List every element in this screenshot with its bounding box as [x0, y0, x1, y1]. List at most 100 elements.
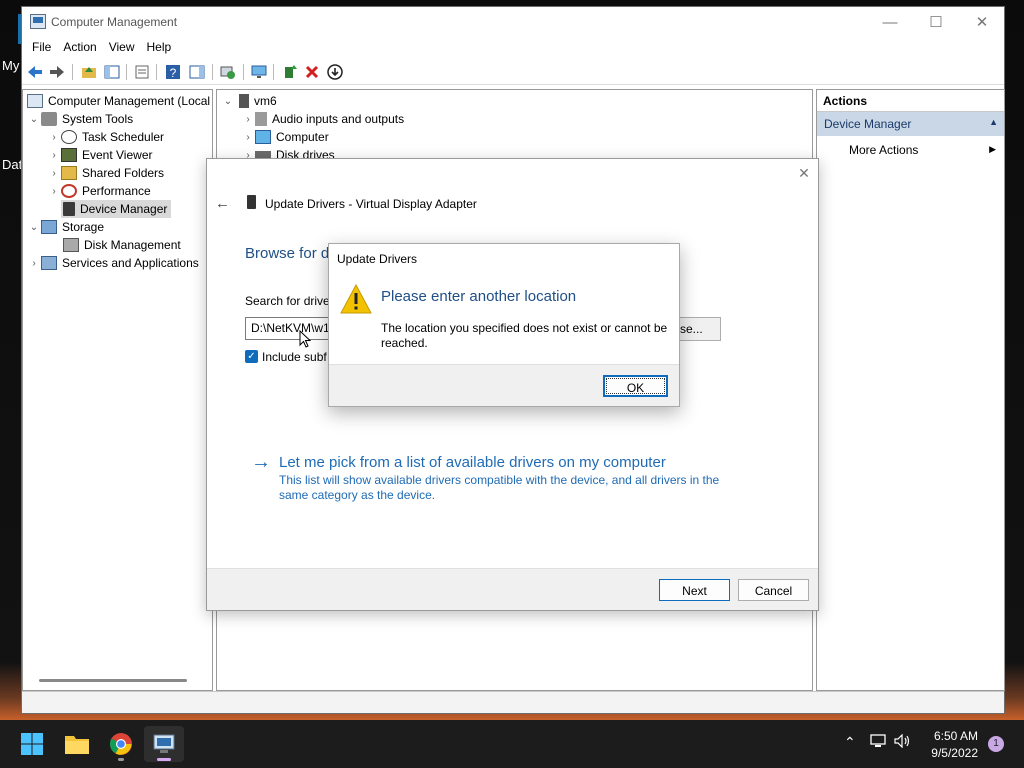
- navigation-tree-pane[interactable]: Computer Management (Local ⌄ System Tool…: [22, 89, 213, 691]
- chevron-right-icon[interactable]: ›: [241, 114, 255, 125]
- services-icon: [41, 256, 57, 270]
- taskbar: ⌃ 6:50 AM 9/5/2022 1: [0, 720, 1024, 768]
- include-subfolders-label: Include subf: [262, 350, 327, 364]
- uninstall-device-icon[interactable]: [303, 63, 321, 81]
- clock-icon: [61, 130, 77, 144]
- include-subfolders-checkbox[interactable]: ✓: [245, 350, 258, 363]
- chevron-right-icon[interactable]: ›: [47, 186, 61, 197]
- message-heading: Please enter another location: [381, 288, 577, 305]
- desktop-label-my[interactable]: My: [2, 58, 19, 73]
- minimize-button[interactable]: —: [867, 7, 913, 37]
- back-arrow-icon[interactable]: ←: [215, 195, 230, 212]
- tree-item-storage[interactable]: ⌄ Storage: [27, 218, 104, 236]
- computer-management-icon: [153, 734, 175, 753]
- device-item-computer[interactable]: › Computer: [241, 128, 329, 146]
- tree-item-task-scheduler[interactable]: › Task Scheduler: [47, 128, 164, 146]
- warning-icon: [340, 284, 372, 314]
- start-button[interactable]: [12, 726, 52, 762]
- chevron-right-icon[interactable]: ›: [27, 258, 41, 269]
- chevron-down-icon[interactable]: ⌄: [27, 222, 41, 233]
- tree-label: Services and Applications: [62, 256, 199, 270]
- help-icon[interactable]: ?: [164, 63, 182, 81]
- message-box-title: Update Drivers: [337, 252, 418, 266]
- up-folder-icon[interactable]: [80, 63, 98, 81]
- tree-item-event-viewer[interactable]: › Event Viewer: [47, 146, 152, 164]
- window-title: Computer Management: [51, 15, 178, 29]
- message-text: The location you specified does not exis…: [381, 321, 668, 350]
- monitor-icon: [255, 130, 271, 144]
- actions-section-label: Device Manager: [824, 117, 912, 131]
- computer-management-taskbar-button[interactable]: [144, 726, 184, 762]
- update-driver-icon[interactable]: [281, 63, 299, 81]
- more-actions-item[interactable]: More Actions: [849, 143, 918, 157]
- chrome-button[interactable]: [101, 726, 141, 762]
- horizontal-scrollbar[interactable]: [39, 679, 187, 682]
- toolbar-separator: [126, 64, 127, 80]
- menu-action[interactable]: Action: [57, 37, 102, 59]
- title-bar[interactable]: Computer Management — ☐ ✕: [22, 7, 1004, 37]
- tools-icon: [41, 112, 57, 126]
- tree-item-performance[interactable]: › Performance: [47, 182, 151, 200]
- show-action-pane-icon[interactable]: [188, 63, 206, 81]
- tree-label: Event Viewer: [82, 148, 153, 162]
- menu-help[interactable]: Help: [141, 37, 178, 59]
- device-item-audio[interactable]: › Audio inputs and outputs: [241, 110, 404, 128]
- pick-driver-link[interactable]: Let me pick from a list of available dri…: [279, 454, 666, 471]
- close-button[interactable]: ✕: [959, 7, 1005, 37]
- system-clock[interactable]: 6:50 AM 9/5/2022: [931, 728, 978, 762]
- driver-path-input[interactable]: D:\NetKVM\w1: [245, 317, 335, 340]
- chevron-down-icon[interactable]: ⌄: [27, 114, 41, 125]
- toolbar-separator: [156, 64, 157, 80]
- chrome-icon: [110, 733, 132, 755]
- actions-pane: Actions Device Manager ▲ More Actions ▶: [816, 89, 1005, 691]
- device-label: Audio inputs and outputs: [272, 112, 405, 126]
- menu-view[interactable]: View: [103, 37, 141, 59]
- tree-item-disk-management[interactable]: Disk Management: [63, 236, 181, 254]
- maximize-button[interactable]: ☐: [913, 7, 959, 37]
- forward-icon[interactable]: [48, 63, 66, 81]
- download-icon[interactable]: [326, 63, 344, 81]
- menu-file[interactable]: File: [26, 37, 57, 59]
- chevron-right-icon[interactable]: ›: [47, 150, 61, 161]
- display-adapter-icon: [247, 195, 256, 209]
- properties-icon[interactable]: [133, 63, 151, 81]
- tree-label: Device Manager: [80, 202, 168, 216]
- back-icon[interactable]: [26, 63, 44, 81]
- file-explorer-button[interactable]: [57, 726, 97, 762]
- chevron-up-icon[interactable]: ⌃: [844, 734, 856, 751]
- tree-label: Shared Folders: [82, 166, 165, 180]
- tree-label: Computer Management (Local: [48, 94, 211, 108]
- arrow-right-icon: →: [251, 451, 271, 473]
- scan-hardware-icon[interactable]: [219, 63, 237, 81]
- actions-section-device-manager[interactable]: Device Manager ▲: [817, 112, 1004, 136]
- network-icon[interactable]: [870, 734, 886, 751]
- dialog-footer: Next Cancel: [207, 568, 818, 610]
- desktop-label-data[interactable]: Dat: [2, 157, 22, 172]
- show-hide-tree-icon[interactable]: [103, 63, 121, 81]
- notification-badge[interactable]: 1: [988, 736, 1004, 752]
- cancel-button[interactable]: Cancel: [738, 579, 809, 601]
- tree-item-shared-folders[interactable]: › Shared Folders: [47, 164, 164, 182]
- chevron-down-icon[interactable]: ⌄: [221, 96, 235, 107]
- chevron-right-icon[interactable]: ›: [241, 132, 255, 143]
- tree-item-system-tools[interactable]: ⌄ System Tools: [27, 110, 133, 128]
- next-button[interactable]: Next: [659, 579, 730, 601]
- tree-item-services-applications[interactable]: › Services and Applications: [27, 254, 199, 272]
- chevron-right-icon[interactable]: ›: [47, 132, 61, 143]
- tree-item-computer-management[interactable]: Computer Management (Local: [27, 92, 210, 110]
- device-item-vm6[interactable]: ⌄ vm6: [221, 92, 277, 110]
- mouse-cursor-icon: [299, 330, 311, 348]
- volume-icon[interactable]: [894, 733, 912, 751]
- computer-icon[interactable]: [250, 63, 268, 81]
- message-footer: OK: [329, 364, 679, 406]
- tree-item-device-manager[interactable]: Device Manager: [61, 200, 172, 218]
- performance-icon: [61, 184, 77, 198]
- chevron-right-icon[interactable]: ›: [47, 168, 61, 179]
- close-icon[interactable]: ✕: [796, 165, 812, 181]
- browse-button[interactable]: se...: [677, 317, 721, 341]
- ok-button[interactable]: OK: [603, 375, 668, 397]
- computer-icon: [239, 94, 249, 108]
- search-label: Search for driver: [245, 294, 334, 308]
- collapse-arrow-icon[interactable]: ▲: [989, 117, 998, 127]
- folder-icon: [65, 736, 89, 754]
